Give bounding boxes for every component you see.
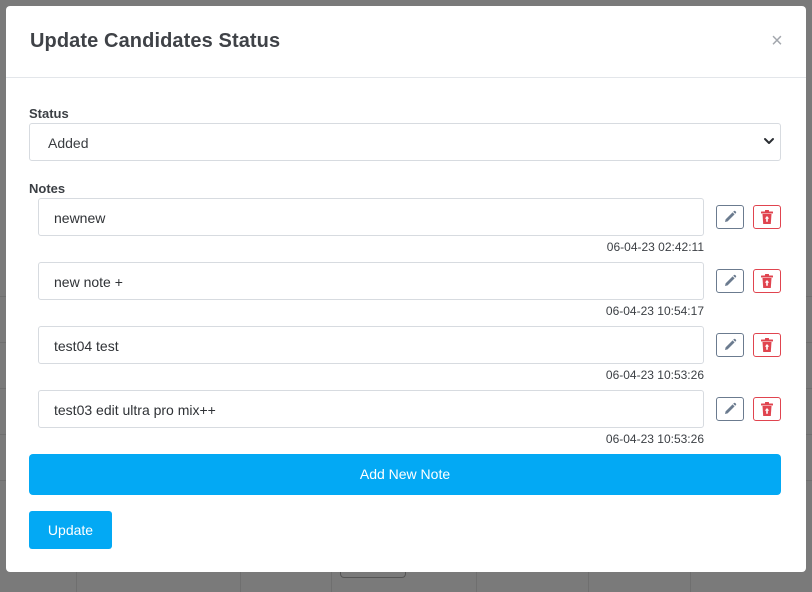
backdrop-divider — [476, 572, 477, 592]
note-text: test04 test — [54, 338, 119, 354]
note-text-field[interactable]: new note + — [38, 262, 704, 300]
note-item: test03 edit ultra pro mix++ 06-04-23 10:… — [38, 390, 781, 450]
note-item: newnew 06-04-23 02:42:11 — [38, 198, 781, 258]
edit-note-button[interactable] — [716, 269, 744, 293]
note-item: test04 test 06-04-23 10:53:26 — [38, 326, 781, 386]
delete-note-button[interactable] — [753, 333, 781, 357]
backdrop-divider — [588, 572, 589, 592]
note-timestamp: 06-04-23 10:53:26 — [605, 368, 704, 382]
status-select[interactable]: Added — [29, 123, 781, 161]
status-selected-value: Added — [48, 135, 89, 151]
backdrop-divider — [690, 572, 691, 592]
close-icon[interactable]: × — [768, 31, 786, 51]
trash-icon — [761, 402, 773, 416]
backdrop-divider — [331, 572, 332, 592]
delete-note-button[interactable] — [753, 205, 781, 229]
modal-header: Update Candidates Status × — [6, 6, 806, 78]
edit-note-button[interactable] — [716, 333, 744, 357]
edit-note-button[interactable] — [716, 205, 744, 229]
delete-note-button[interactable] — [753, 397, 781, 421]
note-text-field[interactable]: test04 test — [38, 326, 704, 364]
status-label: Status — [29, 106, 69, 121]
update-button[interactable]: Update — [29, 511, 112, 549]
note-text-field[interactable]: test03 edit ultra pro mix++ — [38, 390, 704, 428]
note-timestamp: 06-04-23 10:54:17 — [605, 304, 704, 318]
pencil-icon — [725, 210, 737, 222]
chevron-down-icon — [764, 138, 774, 144]
pencil-icon — [725, 274, 737, 286]
modal-title: Update Candidates Status — [30, 30, 281, 52]
trash-icon — [761, 274, 773, 288]
note-text: new note + — [54, 274, 123, 290]
edit-note-button[interactable] — [716, 397, 744, 421]
add-new-note-button[interactable]: Add New Note — [29, 454, 781, 495]
note-text: newnew — [54, 210, 106, 226]
trash-icon — [761, 338, 773, 352]
backdrop-divider — [76, 572, 77, 592]
trash-icon — [761, 210, 773, 224]
notes-label: Notes — [29, 181, 66, 196]
pencil-icon — [725, 338, 737, 350]
note-text-field[interactable]: newnew — [38, 198, 704, 236]
backdrop-button — [340, 572, 406, 578]
delete-note-button[interactable] — [753, 269, 781, 293]
pencil-icon — [725, 402, 737, 414]
backdrop-divider — [240, 572, 241, 592]
note-timestamp: 06-04-23 02:42:11 — [606, 240, 704, 254]
note-timestamp: 06-04-23 10:53:26 — [605, 432, 704, 446]
note-text: test03 edit ultra pro mix++ — [54, 402, 216, 418]
update-status-modal: Update Candidates Status × Status Added … — [6, 6, 806, 572]
note-item: new note + 06-04-23 10:54:17 — [38, 262, 781, 322]
